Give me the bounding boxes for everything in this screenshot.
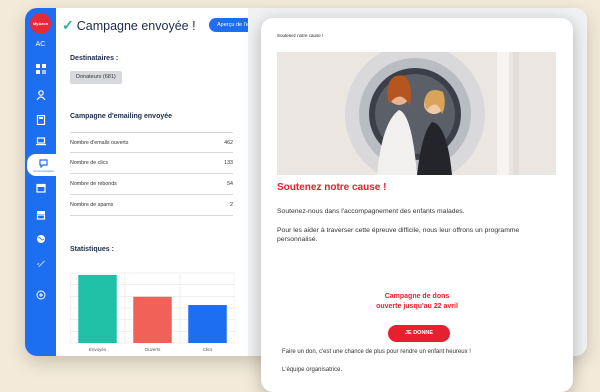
page-title: Campagne envoyée ! [76, 18, 196, 33]
email-paragraph-1: Soutenez-nous dans l'accompagnement des … [277, 208, 465, 215]
calculator-icon[interactable] [25, 111, 56, 129]
calendar-icon[interactable] [25, 179, 56, 197]
rocket-icon[interactable] [25, 255, 56, 273]
communication-icon [38, 158, 48, 168]
stat-label: Nombre de clics [70, 160, 108, 166]
donate-button[interactable]: JE DONNE [388, 325, 450, 342]
laptop-icon[interactable] [25, 132, 56, 150]
email-paragraph-2: Pour les aider à traverser cette épreuve… [277, 227, 520, 243]
page-header: ✓ Campagne envoyée ! [62, 17, 196, 34]
email-title: Soutenez notre cause ! [277, 182, 387, 193]
add-icon[interactable] [25, 286, 56, 304]
globe-icon[interactable] [25, 230, 56, 248]
inbox-icon[interactable] [25, 206, 56, 224]
stats-chart: Envoyés Ouverts Clics [69, 265, 236, 355]
recipients-label: Destinataires : [70, 55, 119, 62]
campaign-panel: ✓ Campagne envoyée ! Aperçu de l'email D… [56, 8, 267, 356]
check-icon: ✓ [62, 17, 74, 33]
bar-clics [188, 305, 227, 343]
x-tick-label: Ouverts [145, 347, 162, 352]
campaign-notice-line-1: Campagne de dons [384, 293, 450, 300]
stat-label: Nombre de rebonds [70, 181, 117, 187]
campaign-label: Campagne d'emailing envoyée [70, 113, 173, 120]
stats-table: Nombre d'emails ouverts 462 Nombre de cl… [70, 132, 233, 216]
table-row: Nombre de rebonds 54 [70, 174, 233, 195]
stat-value: 54 [227, 181, 233, 187]
x-tick-label: Clics [203, 347, 213, 352]
stat-value: 462 [224, 139, 233, 146]
table-row: Nombre d'emails ouverts 462 [70, 132, 233, 153]
email-preview: Soutenez notre cause ! Soutenez notre ca… [261, 18, 573, 392]
recipients-chip[interactable]: Donateurs (681) [70, 71, 122, 84]
user-initials[interactable]: AC [25, 41, 56, 48]
campaign-notice-line-2: ouverte jusqu'au 22 avril [376, 303, 458, 310]
hero-photo [277, 52, 556, 175]
table-row: Nombre de clics 133 [70, 153, 233, 174]
brand-logo: MyAzon [30, 13, 51, 34]
bar-envoyés [78, 274, 117, 343]
donors-icon[interactable] [25, 86, 56, 104]
sidebar-item-label: Communication [33, 168, 54, 173]
statistics-label: Statistiques : [70, 246, 114, 253]
bar-chart: Envoyés Ouverts Clics [69, 272, 236, 352]
campaign-notice: Campagne de dons ouverte jusqu'au 22 avr… [261, 292, 573, 312]
email-subject: Soutenez notre cause ! [277, 33, 324, 38]
stat-value: 133 [224, 160, 233, 166]
hero-image [277, 52, 556, 175]
bar-ouverts [133, 296, 172, 343]
email-footer-line-1: Faire un don, c'est une chance de plus p… [282, 349, 471, 355]
dashboard-icon[interactable] [25, 60, 56, 78]
sidebar: MyAzon AC Communication [25, 8, 60, 356]
stat-label: Nombre d'emails ouverts [70, 139, 129, 146]
stat-value: 2 [230, 202, 233, 208]
x-tick-label: Envoyés [89, 347, 107, 352]
email-footer-line-2: L'équipe organisatrice. [282, 367, 343, 373]
stat-label: Nombre de spams [70, 202, 114, 208]
table-row: Nombre de spams 2 [70, 195, 233, 216]
